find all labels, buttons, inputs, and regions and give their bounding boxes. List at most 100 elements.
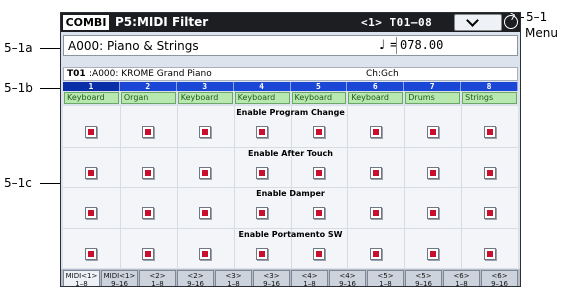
callout-5-1c-leader	[40, 183, 62, 184]
timbre-category-6: Keyboard	[348, 92, 404, 104]
filter-checkbox[interactable]	[256, 166, 269, 179]
callout-menu: Menu	[525, 26, 558, 40]
filter-checkbox[interactable]	[256, 207, 269, 219]
filter-checkbox[interactable]	[369, 126, 382, 138]
section-title: Enable Damper	[256, 189, 325, 198]
page-menu-button[interactable]	[454, 14, 502, 31]
section-divider	[63, 187, 518, 188]
section-divider	[63, 227, 518, 229]
page-tab-line2: 1–8	[379, 280, 392, 287]
combi-name[interactable]: A000: Piano & Strings	[68, 38, 199, 54]
filter-checkbox[interactable]	[85, 166, 98, 179]
page-tab[interactable]: <2> 9–16	[177, 270, 214, 287]
filter-checkbox[interactable]	[199, 247, 212, 260]
filter-checkbox[interactable]	[426, 247, 439, 260]
page-tab[interactable]: <6> 9–16	[481, 270, 518, 286]
filter-checkbox[interactable]	[312, 247, 325, 260]
page-tab-line2: 1–8	[455, 280, 468, 287]
filter-checkbox[interactable]	[426, 166, 439, 179]
filter-checkbox[interactable]	[256, 247, 269, 260]
page-tab[interactable]: <6> 1–8	[443, 270, 480, 287]
filter-checkbox[interactable]	[85, 247, 98, 260]
timbre-label: T01	[67, 69, 86, 79]
filter-checkbox[interactable]	[369, 166, 382, 179]
callout-5-1a-leader	[40, 48, 62, 49]
filter-checkbox[interactable]	[369, 207, 382, 219]
filter-checkbox[interactable]	[426, 207, 439, 219]
section-divider	[63, 146, 518, 148]
filter-checkbox[interactable]	[142, 126, 155, 138]
timbre-number-6[interactable]: 6	[347, 82, 405, 91]
page-tab-line2: 9–16	[339, 280, 356, 287]
page-tab[interactable]: <4> 1–8	[291, 270, 328, 287]
page-tab-line1: <2>	[149, 272, 166, 280]
timbre-number-4[interactable]: 4	[234, 82, 291, 91]
timbre-category-1: Keyboard	[64, 92, 119, 104]
page-tab-line2: 1–8	[303, 280, 316, 287]
filter-checkbox[interactable]	[199, 207, 212, 219]
page-tab-line1: <5>	[377, 272, 394, 280]
section-title: Enable Portamento SW	[238, 229, 343, 239]
page-tab-line1: <6>	[453, 272, 470, 280]
tempo-field[interactable]: 078.00	[396, 37, 516, 54]
timbre-bank-nav[interactable]: <1> T01–08	[361, 15, 432, 30]
page-tab[interactable]: <3> 1–8	[215, 270, 252, 286]
timbre-category-8: Strings	[462, 92, 517, 104]
filter-checkbox[interactable]	[142, 207, 155, 219]
filter-checkbox[interactable]	[142, 247, 155, 260]
page-tab[interactable]: <5> 1–8	[367, 270, 404, 287]
filter-checkbox[interactable]	[85, 207, 98, 219]
callout-5-1: 5–1	[526, 10, 548, 24]
page-tab[interactable]: MIDI<1> 1–8	[63, 270, 100, 287]
page-tab-line2: 9–16	[187, 280, 204, 287]
filter-checkbox[interactable]	[256, 126, 269, 138]
page-tab-line1: <6>	[491, 272, 508, 280]
page-title: P5:MIDI Filter	[115, 15, 209, 29]
callout-5-1a: 5–1a	[4, 41, 33, 55]
timbre-number-1[interactable]: 1	[63, 82, 120, 91]
timbre-category-3: Keyboard	[177, 92, 233, 104]
refresh-icon[interactable]	[504, 15, 518, 29]
combi-select-bar[interactable]: A000: Piano & Strings ♩ = 078.00	[63, 35, 518, 56]
callout-5-1b-leader	[40, 88, 62, 89]
timbre-number-8[interactable]: 8	[461, 82, 518, 91]
timbre-number-5[interactable]: 5	[291, 82, 348, 91]
page-tab[interactable]: <3> 9–16	[253, 270, 290, 287]
filter-checkbox[interactable]	[369, 247, 382, 260]
page-tab-line2: 9–16	[111, 280, 128, 287]
page-tab[interactable]: <2> 1–8	[139, 270, 176, 287]
filter-checkbox[interactable]	[426, 126, 439, 138]
filter-checkbox[interactable]	[483, 207, 496, 219]
page-tab-line1: <5>	[415, 272, 432, 280]
filter-checkbox[interactable]	[312, 166, 325, 179]
page-tab[interactable]: MIDI<1> 9–16	[101, 270, 138, 287]
page-tab-line2: 1–8	[151, 280, 164, 287]
page-tab-line1: <4>	[301, 272, 318, 280]
filter-checkbox[interactable]	[312, 207, 325, 219]
page-tab-line2: 9–16	[263, 280, 280, 287]
timbre-program: :A000: KROME Grand Piano	[89, 69, 212, 79]
filter-checkbox[interactable]	[85, 126, 98, 138]
filter-checkbox[interactable]	[483, 247, 496, 260]
page-tabs: MIDI<1> 1–8 MIDI<1> 9–16 <2> 1–8 <2> 9–16 <3> 1–8…	[61, 269, 520, 287]
page-tab[interactable]: <4> 9–16	[329, 270, 366, 287]
display-screen: COMBI P5:MIDI Filter <1> T01–08 A000: Pi…	[60, 12, 521, 287]
filter-checkbox[interactable]	[312, 126, 325, 138]
page-tab[interactable]: <5> 9–16	[405, 270, 442, 287]
page-tab-line2: 9–16	[415, 280, 432, 287]
page-tab-line1: <3>	[225, 272, 242, 280]
timbre-number-2[interactable]: 2	[120, 82, 177, 91]
header-bar: COMBI P5:MIDI Filter <1> T01–08	[61, 13, 520, 32]
filter-checkbox[interactable]	[199, 126, 212, 138]
timbre-number-7[interactable]: 7	[404, 82, 462, 91]
timbre-info-bar: T01 :A000: KROME Grand Piano Ch:Gch	[63, 67, 518, 81]
filter-checkbox[interactable]	[483, 166, 496, 179]
filter-checkbox[interactable]	[199, 166, 212, 179]
page-tab-line1: MIDI<1>	[65, 272, 98, 280]
filter-checkbox[interactable]	[483, 126, 496, 138]
filter-checkbox[interactable]	[142, 166, 155, 179]
callout-5-1b: 5–1b	[4, 81, 33, 95]
page-tab-line2: 1–8	[75, 280, 88, 287]
timbre-number-3[interactable]: 3	[177, 82, 234, 91]
page-tab-line1: <3>	[263, 272, 280, 280]
